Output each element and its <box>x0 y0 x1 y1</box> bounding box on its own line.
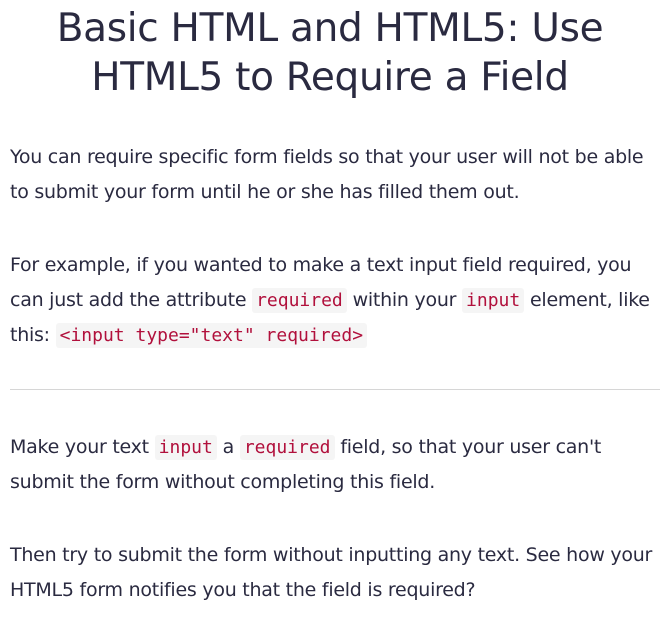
example-text-b: within your <box>346 289 463 311</box>
code-required-attribute: required <box>252 288 347 313</box>
page-title-line-1: Basic HTML and HTML5: Use <box>56 6 604 51</box>
code-example-snippet: <input type="text" required> <box>55 323 368 348</box>
page-title: Basic HTML and HTML5: Use HTML5 to Requi… <box>0 0 660 102</box>
challenge-description: You can require specific form fields so … <box>10 140 660 608</box>
instructions-paragraph: Make your text input a required field, s… <box>10 430 660 500</box>
code-input-element: input <box>462 288 525 313</box>
code-required-attribute: required <box>239 435 335 460</box>
followup-paragraph: Then try to submit the form without inpu… <box>10 538 660 608</box>
page-title-line-2: HTML5 to Require a Field <box>91 55 569 100</box>
intro-text: You can require specific form fields so … <box>10 146 644 203</box>
instructions-text-b: a <box>216 436 240 458</box>
followup-text: Then try to submit the form without inpu… <box>10 544 653 601</box>
instructions-text-a: Make your text <box>10 436 155 458</box>
challenge-page: Basic HTML and HTML5: Use HTML5 to Requi… <box>0 0 660 620</box>
code-input-element: input <box>154 435 217 460</box>
section-divider <box>10 389 660 390</box>
intro-paragraph: You can require specific form fields so … <box>10 140 660 210</box>
example-paragraph: For example, if you wanted to make a tex… <box>10 248 660 353</box>
